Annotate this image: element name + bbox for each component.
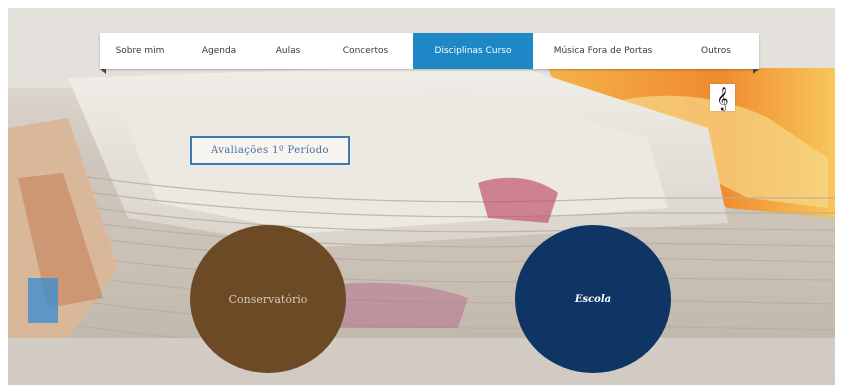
conservatorio-circle-button[interactable]: Conservatório <box>190 225 346 373</box>
treble-clef-icon[interactable]: 𝄞 <box>710 84 735 111</box>
escola-label: Escola <box>574 293 612 305</box>
nav-item-outros[interactable]: Outros <box>673 33 759 69</box>
nav-ribbon-fold-left <box>100 69 106 74</box>
nav-item-concertos[interactable]: Concertos <box>318 33 413 69</box>
nav-item-aulas[interactable]: Aulas <box>258 33 318 69</box>
nav-item-musica-fora-de-portas[interactable]: Música Fora de Portas <box>533 33 673 69</box>
conservatorio-label: Conservatório <box>228 292 308 306</box>
nav-ribbon-fold-right <box>753 69 759 74</box>
escola-circle-button[interactable]: Escola <box>515 225 671 373</box>
page-canvas: Sobre mim Agenda Aulas Concertos Discipl… <box>8 8 835 385</box>
nav-item-agenda[interactable]: Agenda <box>180 33 258 69</box>
main-nav-bar: Sobre mim Agenda Aulas Concertos Discipl… <box>100 33 759 69</box>
nav-item-disciplinas-curso[interactable]: Disciplinas Curso <box>413 33 533 69</box>
nav-item-sobre-mim[interactable]: Sobre mim <box>100 33 180 69</box>
assessments-button[interactable]: Avaliações 1º Período <box>190 136 350 165</box>
